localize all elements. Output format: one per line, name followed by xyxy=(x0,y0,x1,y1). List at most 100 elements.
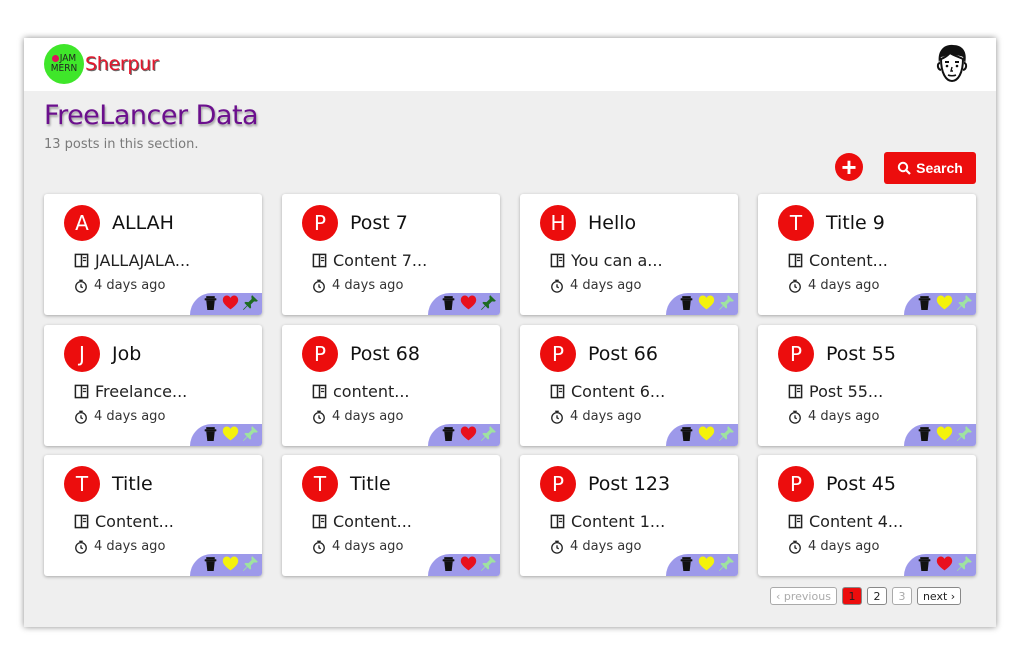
pin-icon[interactable] xyxy=(242,425,259,446)
document-icon xyxy=(788,384,803,399)
pin-icon[interactable] xyxy=(956,555,973,576)
document-icon xyxy=(74,253,89,268)
post-content-row: Content... xyxy=(788,251,888,270)
clock-icon xyxy=(789,279,801,293)
clock-icon xyxy=(75,410,87,424)
post-content-row: content... xyxy=(312,382,410,401)
clock-icon xyxy=(313,279,325,293)
clock-icon xyxy=(313,410,325,424)
heart-icon[interactable] xyxy=(936,555,953,576)
post-card[interactable]: T Title 9 Content... 4 days ago xyxy=(758,194,976,315)
previous-page-button[interactable]: ‹ previous xyxy=(770,587,837,605)
delete-icon[interactable] xyxy=(916,425,933,446)
post-time-row: 4 days ago xyxy=(312,278,403,293)
post-time-row: 4 days ago xyxy=(74,278,165,293)
search-button[interactable]: Search xyxy=(884,152,976,184)
user-avatar-icon[interactable] xyxy=(934,43,970,85)
page-number-button[interactable]: 3 xyxy=(891,587,912,605)
post-card[interactable]: P Post 55 Post 55... 4 days ago xyxy=(758,325,976,446)
post-content-row: You can a... xyxy=(550,251,663,270)
delete-icon[interactable] xyxy=(202,294,219,315)
search-icon xyxy=(897,161,911,175)
heart-icon[interactable] xyxy=(698,294,715,315)
post-count: 13 posts in this section. xyxy=(44,137,199,152)
post-avatar: P xyxy=(302,205,338,241)
brand-name[interactable]: Sherpur xyxy=(85,53,159,75)
post-card[interactable]: T Title Content... 4 days ago xyxy=(282,455,500,576)
post-content-row: Content 6... xyxy=(550,382,665,401)
post-card[interactable]: P Post 45 Content 4... 4 days ago xyxy=(758,455,976,576)
clock-icon xyxy=(789,540,801,554)
post-content: Content... xyxy=(809,251,888,270)
pin-icon[interactable] xyxy=(718,555,735,576)
heart-icon[interactable] xyxy=(698,425,715,446)
post-title: Title xyxy=(112,473,153,495)
post-time: 4 days ago xyxy=(332,278,404,293)
navbar: JAM MERN Sherpur xyxy=(24,38,996,91)
post-content: You can a... xyxy=(571,251,663,270)
heart-icon[interactable] xyxy=(222,425,239,446)
delete-icon[interactable] xyxy=(916,294,933,315)
pin-icon[interactable] xyxy=(242,294,259,315)
pin-icon[interactable] xyxy=(480,555,497,576)
page-number-button[interactable]: 2 xyxy=(866,587,887,605)
post-title: Post 45 xyxy=(826,473,896,495)
search-button-label: Search xyxy=(916,160,963,176)
delete-icon[interactable] xyxy=(202,425,219,446)
delete-icon[interactable] xyxy=(678,425,695,446)
clock-icon xyxy=(75,279,87,293)
post-avatar: P xyxy=(540,466,576,502)
post-card[interactable]: A ALLAH JALLAJALA... 4 days ago xyxy=(44,194,262,315)
pin-icon[interactable] xyxy=(480,425,497,446)
post-actions xyxy=(666,424,738,446)
post-card[interactable]: J Job Freelance... 4 days ago xyxy=(44,325,262,446)
post-avatar: P xyxy=(778,336,814,372)
delete-icon[interactable] xyxy=(440,425,457,446)
heart-icon[interactable] xyxy=(936,294,953,315)
pin-icon[interactable] xyxy=(480,294,497,315)
heart-icon[interactable] xyxy=(222,555,239,576)
heart-icon[interactable] xyxy=(460,555,477,576)
post-time: 4 days ago xyxy=(570,278,642,293)
heart-icon[interactable] xyxy=(460,294,477,315)
pin-icon[interactable] xyxy=(718,425,735,446)
post-avatar: P xyxy=(302,336,338,372)
post-time: 4 days ago xyxy=(94,409,166,424)
post-avatar: A xyxy=(64,205,100,241)
add-post-button[interactable]: + xyxy=(835,153,863,181)
document-icon xyxy=(312,384,327,399)
delete-icon[interactable] xyxy=(916,555,933,576)
delete-icon[interactable] xyxy=(202,555,219,576)
post-card[interactable]: P Post 7 Content 7... 4 days ago xyxy=(282,194,500,315)
heart-icon[interactable] xyxy=(222,294,239,315)
post-card[interactable]: P Post 123 Content 1... 4 days ago xyxy=(520,455,738,576)
post-content: Content 4... xyxy=(809,512,904,531)
post-card[interactable]: T Title Content... 4 days ago xyxy=(44,455,262,576)
delete-icon[interactable] xyxy=(678,294,695,315)
heart-icon[interactable] xyxy=(460,425,477,446)
post-content-row: Freelance... xyxy=(74,382,187,401)
pin-icon[interactable] xyxy=(956,294,973,315)
post-time-row: 4 days ago xyxy=(788,539,879,554)
logo-badge[interactable]: JAM MERN xyxy=(44,44,84,84)
delete-icon[interactable] xyxy=(440,555,457,576)
next-page-button[interactable]: next › xyxy=(916,587,962,605)
delete-icon[interactable] xyxy=(440,294,457,315)
pin-icon[interactable] xyxy=(718,294,735,315)
post-time-row: 4 days ago xyxy=(74,409,165,424)
page-number-button[interactable]: 1 xyxy=(841,587,862,605)
heart-icon[interactable] xyxy=(698,555,715,576)
post-avatar: H xyxy=(540,205,576,241)
pin-icon[interactable] xyxy=(956,425,973,446)
pin-icon[interactable] xyxy=(242,555,259,576)
delete-icon[interactable] xyxy=(678,555,695,576)
post-time-row: 4 days ago xyxy=(788,278,879,293)
post-card[interactable]: H Hello You can a... 4 days ago xyxy=(520,194,738,315)
post-card[interactable]: P Post 68 content... 4 days ago xyxy=(282,325,500,446)
post-card[interactable]: P Post 66 Content 6... 4 days ago xyxy=(520,325,738,446)
document-icon xyxy=(550,253,565,268)
post-title: Title xyxy=(350,473,391,495)
clock-icon xyxy=(551,279,563,293)
heart-icon[interactable] xyxy=(936,425,953,446)
post-actions xyxy=(428,424,500,446)
